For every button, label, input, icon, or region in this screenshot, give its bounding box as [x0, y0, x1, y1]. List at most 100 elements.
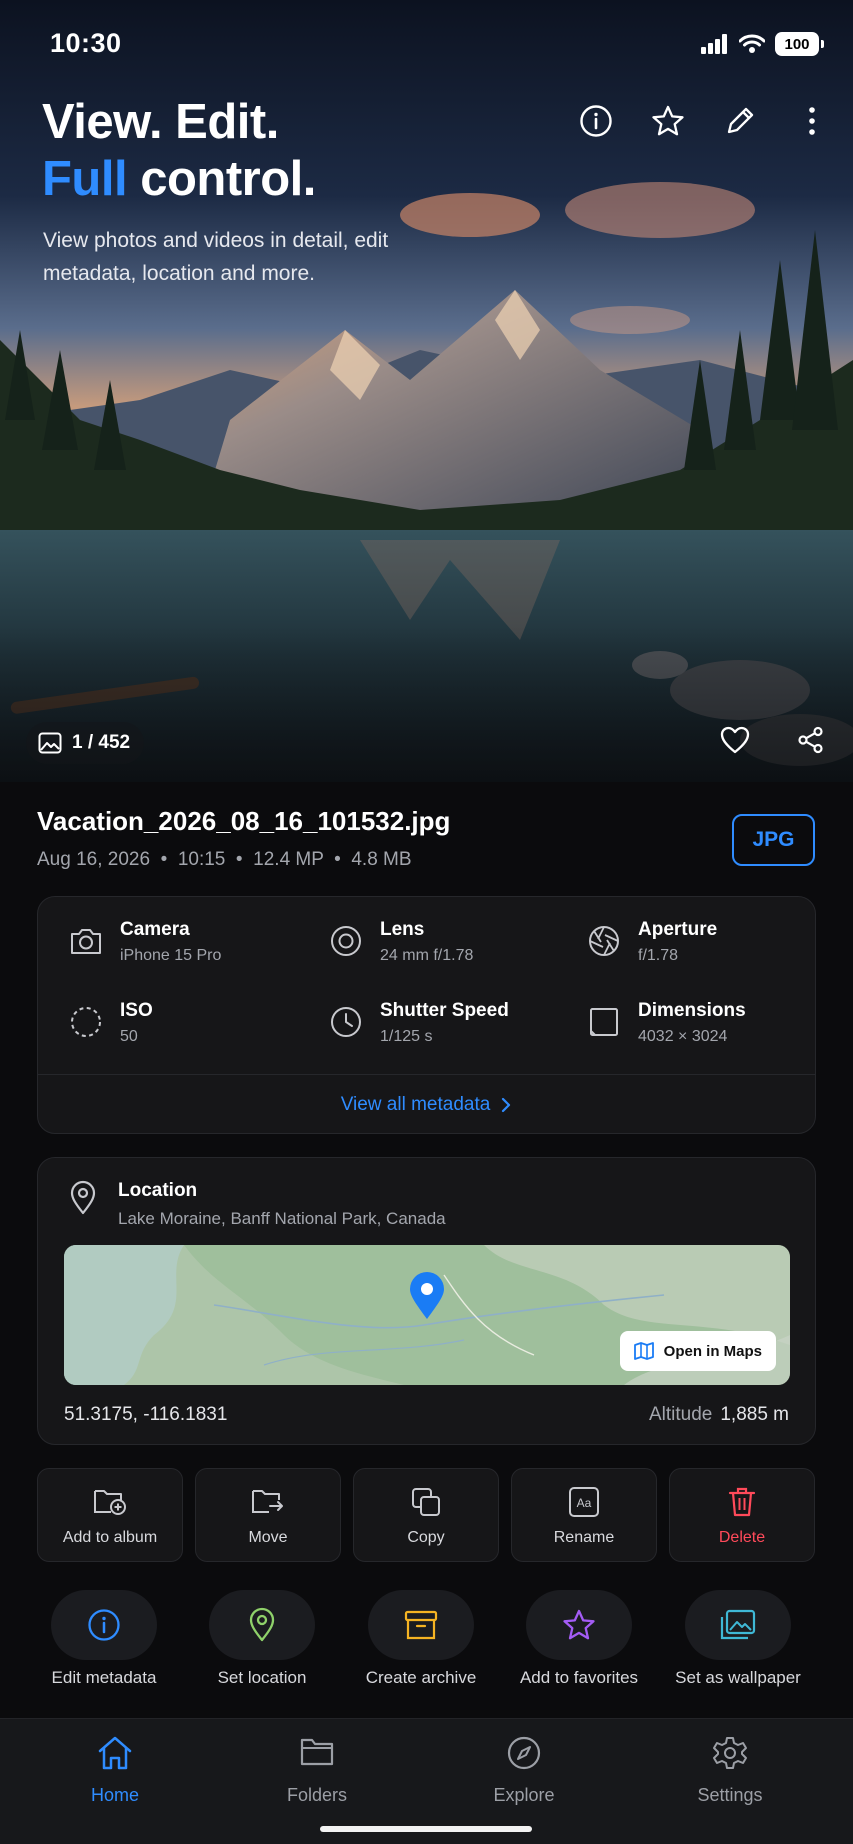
set-location-button[interactable]: Set location	[177, 1590, 347, 1700]
view-all-metadata-label: View all metadata	[340, 1094, 491, 1115]
gallery-icon	[38, 732, 62, 754]
rename-button[interactable]: Aa Rename	[511, 1468, 657, 1562]
altitude-label: Altitude	[648, 1404, 713, 1425]
tab-folders-label: Folders	[286, 1785, 348, 1805]
meta-shutter-value: 1/125 s	[380, 1028, 433, 1045]
copy-icon	[412, 1488, 440, 1516]
share-button[interactable]	[793, 722, 829, 758]
heart-icon	[720, 726, 750, 754]
map-icon	[633, 1342, 654, 1360]
archive-icon	[404, 1610, 438, 1640]
info-icon	[580, 105, 612, 137]
delete-button[interactable]: Delete	[669, 1468, 815, 1562]
lens-icon	[331, 926, 361, 956]
hero-photo[interactable]: 10:30 100 View. Edit. Full control. View…	[0, 0, 853, 782]
camera-icon	[71, 929, 101, 954]
meta-iso: ISO 50	[68, 1000, 308, 1060]
share-icon	[798, 726, 823, 754]
tab-folders[interactable]: Folders	[252, 1735, 382, 1815]
meta-camera-label: Camera	[120, 919, 190, 940]
delete-label: Delete	[718, 1529, 766, 1546]
meta-shutter-label: Shutter Speed	[380, 1000, 509, 1021]
copy-label: Copy	[407, 1529, 445, 1546]
meta-iso-value: 50	[120, 1028, 138, 1045]
tab-explore[interactable]: Explore	[459, 1735, 589, 1815]
headline-line1: View. Edit.	[42, 95, 279, 149]
meta-shutter: Shutter Speed 1/125 s	[328, 1000, 568, 1060]
meta-camera-value: iPhone 15 Pro	[120, 947, 222, 964]
view-all-metadata-button[interactable]: View all metadata	[38, 1075, 815, 1135]
file-date: Aug 16, 2026	[37, 849, 151, 870]
meta-camera: Camera iPhone 15 Pro	[68, 919, 308, 979]
set-as-wallpaper-label: Set as wallpaper	[675, 1668, 801, 1687]
edit-button[interactable]	[721, 102, 759, 140]
photo-counter: 1 / 452	[26, 722, 145, 764]
meta-aperture-value: f/1.78	[638, 947, 679, 964]
battery-indicator: 100	[775, 32, 824, 56]
info-button[interactable]	[577, 102, 615, 140]
headline-rest: control.	[127, 152, 316, 206]
iso-icon	[71, 1007, 101, 1037]
location-map[interactable]: Open in Maps	[64, 1245, 790, 1385]
tab-home[interactable]: Home	[50, 1735, 180, 1815]
more-button[interactable]	[793, 102, 831, 140]
file-name: Vacation_2026_08_16_101532.jpg	[37, 806, 451, 836]
location-card: Location Lake Moraine, Banff National Pa…	[37, 1157, 816, 1445]
add-to-album-button[interactable]: Add to album	[37, 1468, 183, 1562]
status-time: 10:30	[50, 28, 122, 58]
rename-icon: Aa	[569, 1487, 599, 1517]
photo-toolbar	[577, 102, 831, 140]
location-pin-icon	[249, 1607, 275, 1642]
file-time: 10:15	[177, 849, 226, 870]
open-in-maps-button[interactable]: Open in Maps	[619, 1331, 776, 1371]
home-indicator[interactable]	[320, 1826, 532, 1832]
svg-text:Aa: Aa	[577, 1496, 592, 1510]
open-in-maps-label: Open in Maps	[663, 1342, 762, 1360]
file-size: 4.8 MB	[351, 849, 412, 870]
cellular-signal-icon	[701, 34, 727, 54]
move-label: Move	[248, 1529, 288, 1546]
copy-button[interactable]: Copy	[353, 1468, 499, 1562]
aperture-icon	[589, 926, 619, 956]
star-icon	[563, 1609, 595, 1640]
altitude: Altitude 1,885 m	[649, 1404, 789, 1426]
pencil-icon	[727, 107, 754, 134]
hero-subtitle: View photos and videos in detail, edit m…	[43, 229, 389, 285]
trash-icon	[728, 1487, 756, 1517]
move-folder-icon	[252, 1490, 283, 1513]
meta-dimensions: Dimensions 4032 × 3024	[586, 1000, 826, 1060]
gear-icon	[713, 1737, 747, 1769]
add-to-favorites-button[interactable]: Add to favorites	[494, 1590, 664, 1700]
altitude-value: 1,885 m	[720, 1404, 789, 1425]
file-info: Vacation_2026_08_16_101532.jpg Aug 16, 2…	[37, 806, 450, 871]
meta-lens: Lens 24 mm f/1.78	[328, 919, 568, 979]
set-as-wallpaper-button[interactable]: Set as wallpaper	[653, 1590, 823, 1700]
like-button[interactable]	[717, 722, 753, 758]
clock-icon	[331, 1007, 361, 1037]
favorite-star-button[interactable]	[649, 102, 687, 140]
coordinates: 51.3175, -116.1831	[64, 1404, 228, 1425]
rename-label: Rename	[553, 1529, 615, 1546]
meta-aperture-label: Aperture	[638, 919, 718, 940]
wallpaper-icon	[720, 1609, 756, 1640]
more-vertical-icon	[809, 107, 815, 135]
location-pin-icon	[70, 1180, 96, 1215]
meta-dimensions-label: Dimensions	[638, 1000, 746, 1021]
tab-settings[interactable]: Settings	[665, 1735, 795, 1815]
file-actions: Add to album Move Copy Aa Rename Delete	[37, 1468, 816, 1562]
location-title: Location	[118, 1180, 198, 1201]
tab-explore-label: Explore	[493, 1785, 555, 1805]
info-icon	[88, 1609, 120, 1641]
edit-metadata-button[interactable]: Edit metadata	[19, 1590, 189, 1700]
home-icon	[98, 1736, 132, 1770]
chevron-right-icon	[502, 1097, 511, 1113]
create-archive-button[interactable]: Create archive	[336, 1590, 506, 1700]
move-button[interactable]: Move	[195, 1468, 341, 1562]
location-address: Lake Moraine, Banff National Park, Canad…	[118, 1209, 446, 1228]
format-badge[interactable]: JPG	[732, 814, 815, 866]
meta-lens-value: 24 mm f/1.78	[380, 947, 474, 964]
file-meta: Aug 16, 2026 • 10:15 • 12.4 MP • 4.8 MB	[37, 849, 412, 870]
meta-lens-label: Lens	[380, 919, 425, 940]
headline-accent: Full	[42, 152, 128, 206]
wifi-icon	[739, 34, 765, 53]
